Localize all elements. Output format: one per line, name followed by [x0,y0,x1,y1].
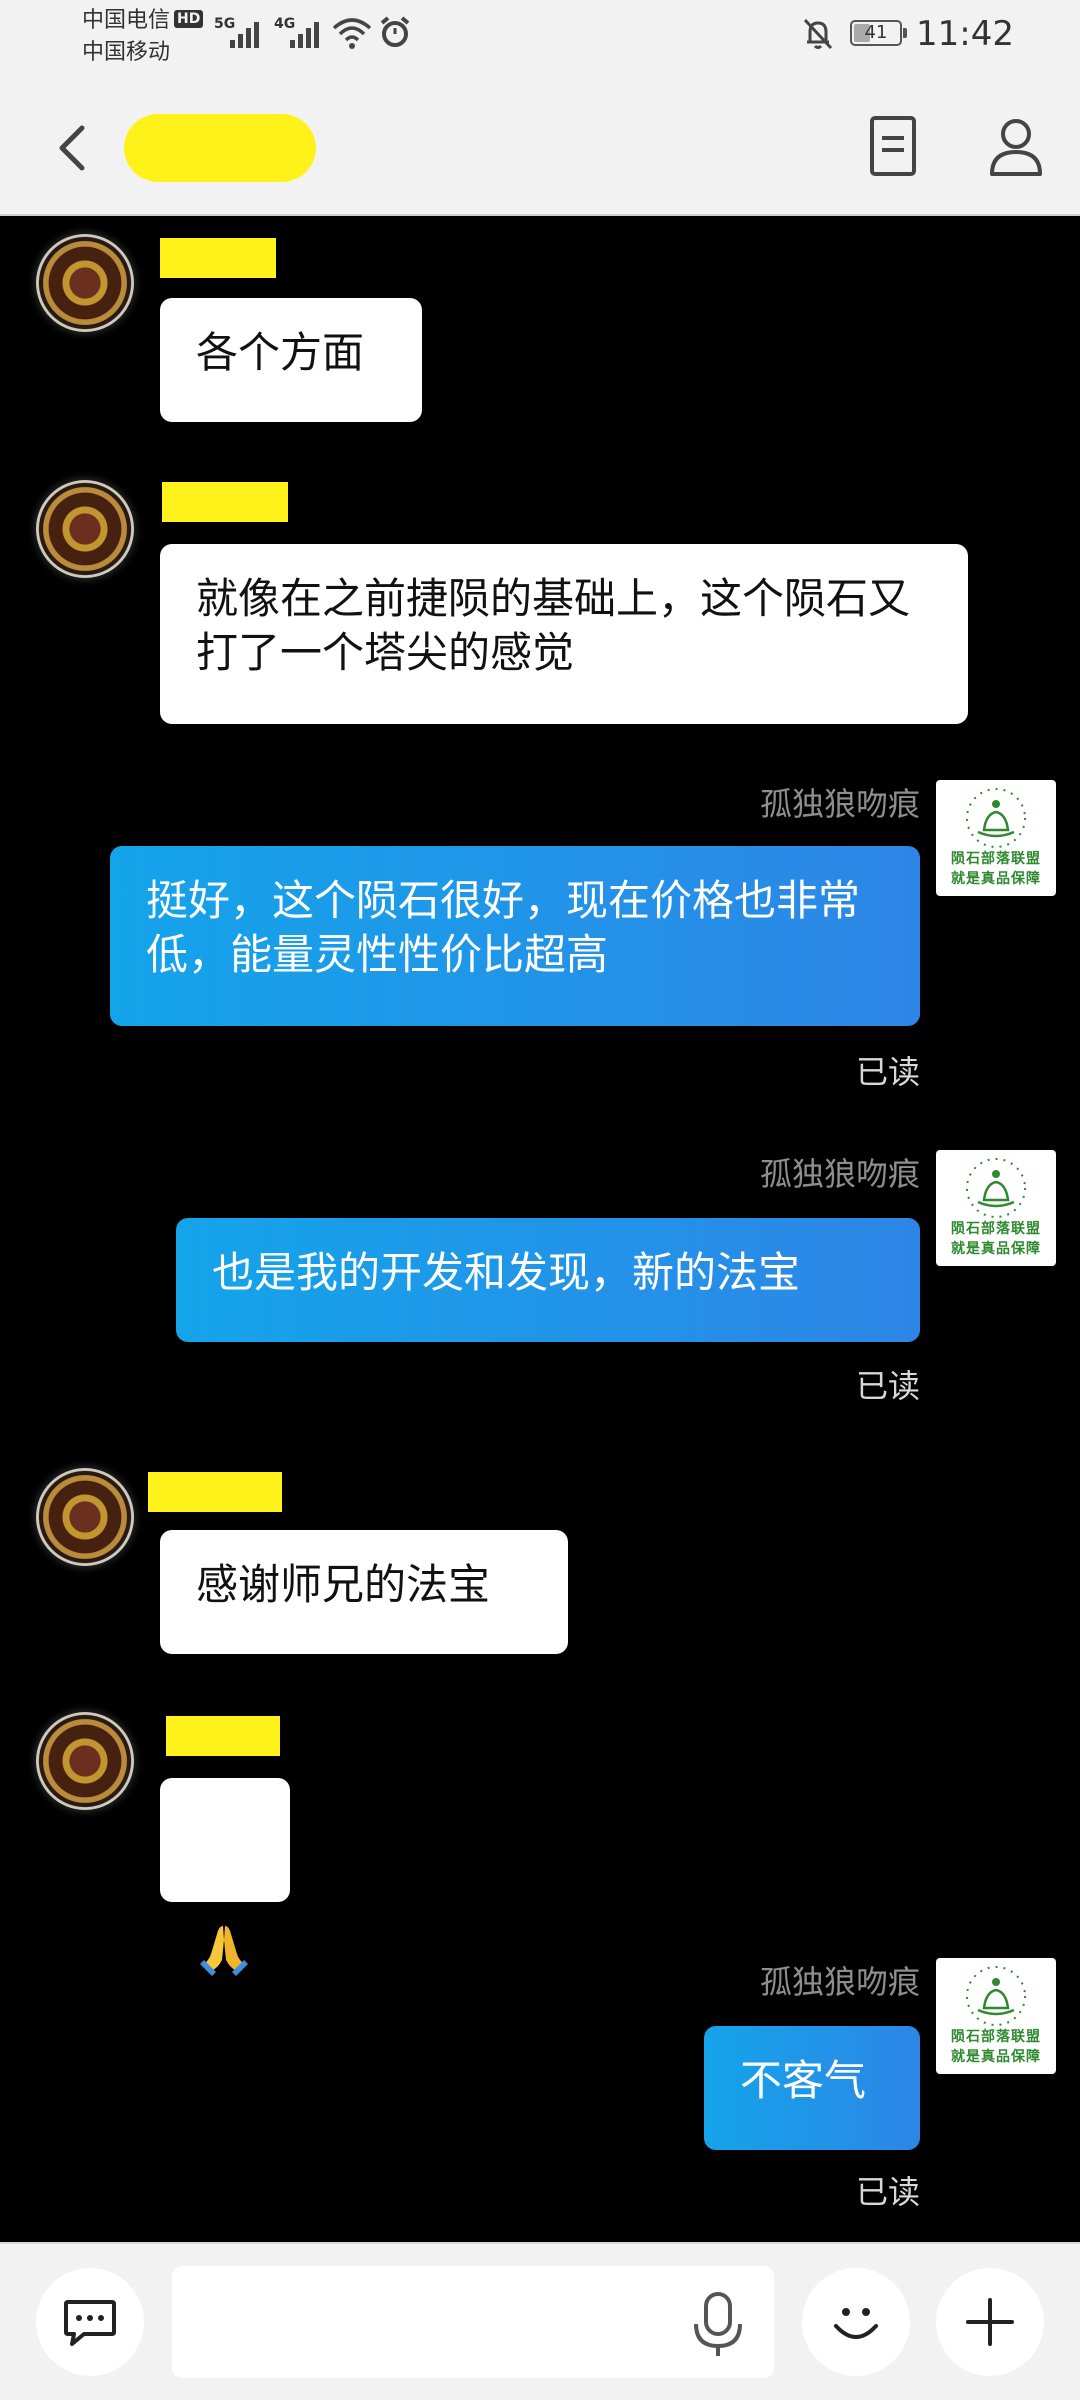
read-status: 已读 [855,1053,920,1091]
seal-logo-icon [966,1158,1026,1218]
message-bubble-incoming[interactable]: 感谢师兄的法宝 [160,1530,568,1654]
microphone-icon[interactable] [686,2288,750,2360]
wifi-icon [332,18,372,49]
sender-name-redacted [166,1716,280,1756]
alarm-clock-icon [380,16,410,47]
chat-screen: 中国电信 HD 中国移动 5G 4G 41 11:42 各个方面 就像在之前捷陨… [0,0,1080,2400]
avatar[interactable] [36,1712,134,1810]
read-status: 已读 [855,1367,920,1405]
folded-hands-icon [200,1926,248,1976]
person-icon[interactable] [984,112,1048,182]
sender-name: 孤独狼吻痕 [759,1963,920,2001]
message-input-bar [0,2242,1080,2400]
avatar[interactable] [36,1468,134,1566]
message-bubble-incoming[interactable]: 就像在之前捷陨的基础上，这个陨石又打了一个塔尖的感觉 [160,544,968,724]
signal-strength-icon [290,18,319,48]
chevron-left-icon[interactable] [48,116,98,180]
document-icon[interactable] [862,112,924,182]
avatar-caption-line2: 就是真品保障 [951,1241,1041,1257]
seal-logo-icon [966,1966,1026,2026]
chat-header [0,84,1080,216]
sender-name-redacted [162,482,288,522]
read-status: 已读 [855,2173,920,2211]
carrier-name-primary: 中国电信 [82,8,171,33]
hd-badge: HD [174,10,204,28]
battery-icon: 41 [850,20,907,46]
emoji-button[interactable] [802,2268,910,2376]
avatar[interactable] [36,480,134,578]
avatar[interactable]: 陨石部落联盟 就是真品保障 [936,1958,1056,2074]
message-bubble-incoming-emoji[interactable] [160,1778,290,1976]
message-bubble-outgoing[interactable]: 也是我的开发和发现，新的法宝 [176,1218,920,1342]
sender-name: 孤独狼吻痕 [759,1155,920,1193]
notifications-muted-icon [803,18,833,50]
message-input[interactable] [172,2266,774,2378]
battery-percent: 41 [864,22,888,43]
avatar-caption-line1: 陨石部落联盟 [951,2029,1041,2045]
smiley-icon [834,2308,878,2339]
message-bubble-incoming[interactable]: 各个方面 [160,298,422,422]
message-bubble-outgoing[interactable]: 挺好，这个陨石很好，现在价格也非常低，能量灵性性价比超高 [110,846,920,1026]
signal-strength-icon [230,18,259,48]
status-bar: 中国电信 HD 中国移动 5G 4G 41 11:42 [0,0,1080,84]
sender-name-redacted [148,1472,282,1512]
seal-logo-icon [966,788,1026,848]
carrier-name-secondary: 中国移动 [82,40,171,65]
voice-chat-toggle-button[interactable] [36,2268,144,2376]
avatar-caption-line2: 就是真品保障 [951,2049,1041,2065]
contact-name-redacted [124,114,316,182]
sender-name: 孤独狼吻痕 [759,785,920,823]
more-options-button[interactable] [936,2268,1044,2376]
avatar-caption-line1: 陨石部落联盟 [951,1221,1041,1237]
sender-name-redacted [160,238,276,278]
avatar[interactable]: 陨石部落联盟 就是真品保障 [936,780,1056,896]
status-time: 11:42 [916,14,1014,54]
avatar[interactable]: 陨石部落联盟 就是真品保障 [936,1150,1056,1266]
plus-icon [966,2298,1014,2346]
avatar-caption-line1: 陨石部落联盟 [951,851,1041,867]
avatar-caption-line2: 就是真品保障 [951,871,1041,887]
message-list[interactable]: 各个方面 就像在之前捷陨的基础上，这个陨石又打了一个塔尖的感觉 孤独狼吻痕 陨石… [0,216,1080,2242]
message-bubble-outgoing[interactable]: 不客气 [704,2026,920,2150]
chat-bubble-icon [64,2300,116,2346]
avatar[interactable] [36,234,134,332]
